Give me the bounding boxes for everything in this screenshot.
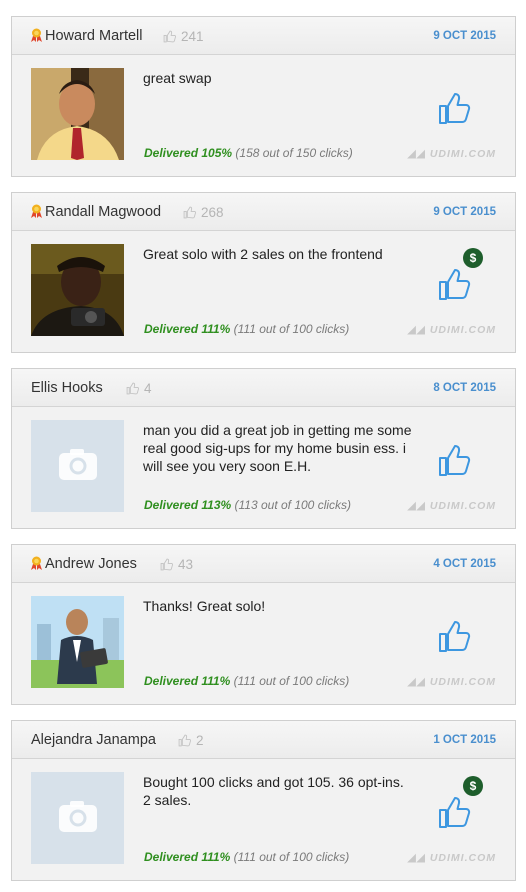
review-date: 4 OCT 2015 [433,558,496,570]
udimi-logo-icon: ◢◢ [407,324,426,336]
delivered-percent: Delivered 113% [144,498,232,512]
reviewer-name[interactable]: Andrew Jones [45,556,137,572]
thumbs-up-icon[interactable] [437,794,471,830]
review-date: 9 OCT 2015 [433,30,496,42]
delivery-stats: Delivered 113% (113 out of 100 clicks) [144,498,351,512]
review-date: 1 OCT 2015 [433,734,496,746]
review-header: Howard Martell 241 9 OCT 2015 [12,17,515,55]
review-body: Great solo with 2 sales on the frontend … [12,231,515,352]
reviewer-name[interactable]: Ellis Hooks [31,380,103,396]
review-message: Thanks! Great solo! [143,598,266,614]
avatar[interactable] [31,244,124,336]
photo-man-with-camera [31,244,124,336]
review-body: Thanks! Great solo! Delivered 111% (111 … [12,583,515,704]
udimi-brand: UDIMI.COM [429,852,496,864]
review-date: 9 OCT 2015 [433,206,496,218]
like-outline-icon [178,734,191,747]
like-outline-icon [163,30,176,43]
udimi-brand: UDIMI.COM [429,500,496,512]
award-badge-icon [31,204,42,218]
delivery-stats: Delivered 111% (111 out of 100 clicks) [144,674,349,688]
udimi-logo-icon: ◢◢ [407,500,426,512]
udimi-watermark: ◢◢ UDIMI.COM [408,324,496,336]
avatar[interactable] [31,772,124,864]
delivered-percent: Delivered 111% [144,850,231,864]
avatar[interactable] [31,596,124,688]
review-card: Howard Martell 241 9 OCT 2015 great swap… [11,16,516,177]
review-message: Great solo with 2 sales on the frontend [143,246,383,262]
like-count[interactable]: 4 [126,381,152,396]
reviewer-name[interactable]: Alejandra Janampa [31,732,156,748]
review-header: Andrew Jones 43 4 OCT 2015 [12,545,515,583]
sale-dollar-icon: $ [463,776,483,796]
like-outline-icon [183,206,196,219]
thumbs-up-icon[interactable] [437,266,471,302]
like-outline-icon [126,382,139,395]
reviewer-name[interactable]: Randall Magwood [45,204,161,220]
review-body: man you did a great job in getting me so… [12,407,515,528]
like-count-value: 241 [181,29,204,44]
camera-placeholder-icon [31,420,124,512]
review-message: Bought 100 clicks and got 105. 36 opt-in… [143,774,404,808]
review-card: Randall Magwood 268 9 OCT 2015 Great sol… [11,192,516,353]
photo-man-in-tie [31,68,124,160]
like-count-value: 4 [144,381,152,396]
thumbs-up-icon[interactable] [437,442,471,478]
udimi-watermark: ◢◢ UDIMI.COM [408,148,496,160]
udimi-watermark: ◢◢ UDIMI.COM [408,852,496,864]
like-count-value: 268 [201,205,224,220]
review-card: Andrew Jones 43 4 OCT 2015 Thanks! Great… [11,544,516,705]
review-message: great swap [143,70,212,86]
delivered-percent: Delivered 111% [144,674,231,688]
udimi-logo-icon: ◢◢ [407,676,426,688]
thumbs-up-icon[interactable] [437,90,471,126]
delivered-detail: (113 out of 100 clicks) [234,498,352,512]
review-card: Ellis Hooks 4 8 OCT 2015 man you did a g… [11,368,516,529]
review-body: Bought 100 clicks and got 105. 36 opt-in… [12,759,515,880]
delivered-detail: (111 out of 100 clicks) [233,850,350,864]
award-badge-icon [31,28,42,42]
like-count-value: 43 [178,557,194,572]
thumbs-up-icon[interactable] [437,618,471,654]
delivered-detail: (111 out of 100 clicks) [233,674,350,688]
review-date: 8 OCT 2015 [433,382,496,394]
avatar[interactable] [31,68,124,160]
like-count-value: 2 [196,733,204,748]
delivery-stats: Delivered 111% (111 out of 100 clicks) [144,322,349,336]
review-card: Alejandra Janampa 2 1 OCT 2015 Bought 10… [11,720,516,881]
award-badge-icon [31,556,42,570]
like-count[interactable]: 268 [183,205,224,220]
review-message: man you did a great job in getting me so… [143,422,412,474]
review-header: Randall Magwood 268 9 OCT 2015 [12,193,515,231]
avatar[interactable] [31,420,124,512]
udimi-watermark: ◢◢ UDIMI.COM [408,676,496,688]
review-header: Alejandra Janampa 2 1 OCT 2015 [12,721,515,759]
udimi-watermark: ◢◢ UDIMI.COM [408,500,496,512]
like-outline-icon [160,558,173,571]
delivery-stats: Delivered 111% (111 out of 100 clicks) [144,850,349,864]
delivered-percent: Delivered 105% [144,146,233,160]
like-count[interactable]: 43 [160,557,193,572]
udimi-brand: UDIMI.COM [429,324,496,336]
cartoon-man-with-laptop [31,596,124,688]
delivered-detail: (158 out of 150 clicks) [235,146,353,160]
delivered-percent: Delivered 111% [144,322,231,336]
delivery-stats: Delivered 105% (158 out of 150 clicks) [144,146,353,160]
review-body: great swap Delivered 105% (158 out of 15… [12,55,515,176]
camera-placeholder-icon [31,772,124,864]
udimi-brand: UDIMI.COM [429,148,496,160]
udimi-logo-icon: ◢◢ [407,852,426,864]
udimi-logo-icon: ◢◢ [407,148,426,160]
like-count[interactable]: 2 [178,733,204,748]
udimi-brand: UDIMI.COM [429,676,496,688]
reviewer-name[interactable]: Howard Martell [45,28,143,44]
review-header: Ellis Hooks 4 8 OCT 2015 [12,369,515,407]
like-count[interactable]: 241 [163,29,204,44]
delivered-detail: (111 out of 100 clicks) [233,322,350,336]
sale-dollar-icon: $ [463,248,483,268]
